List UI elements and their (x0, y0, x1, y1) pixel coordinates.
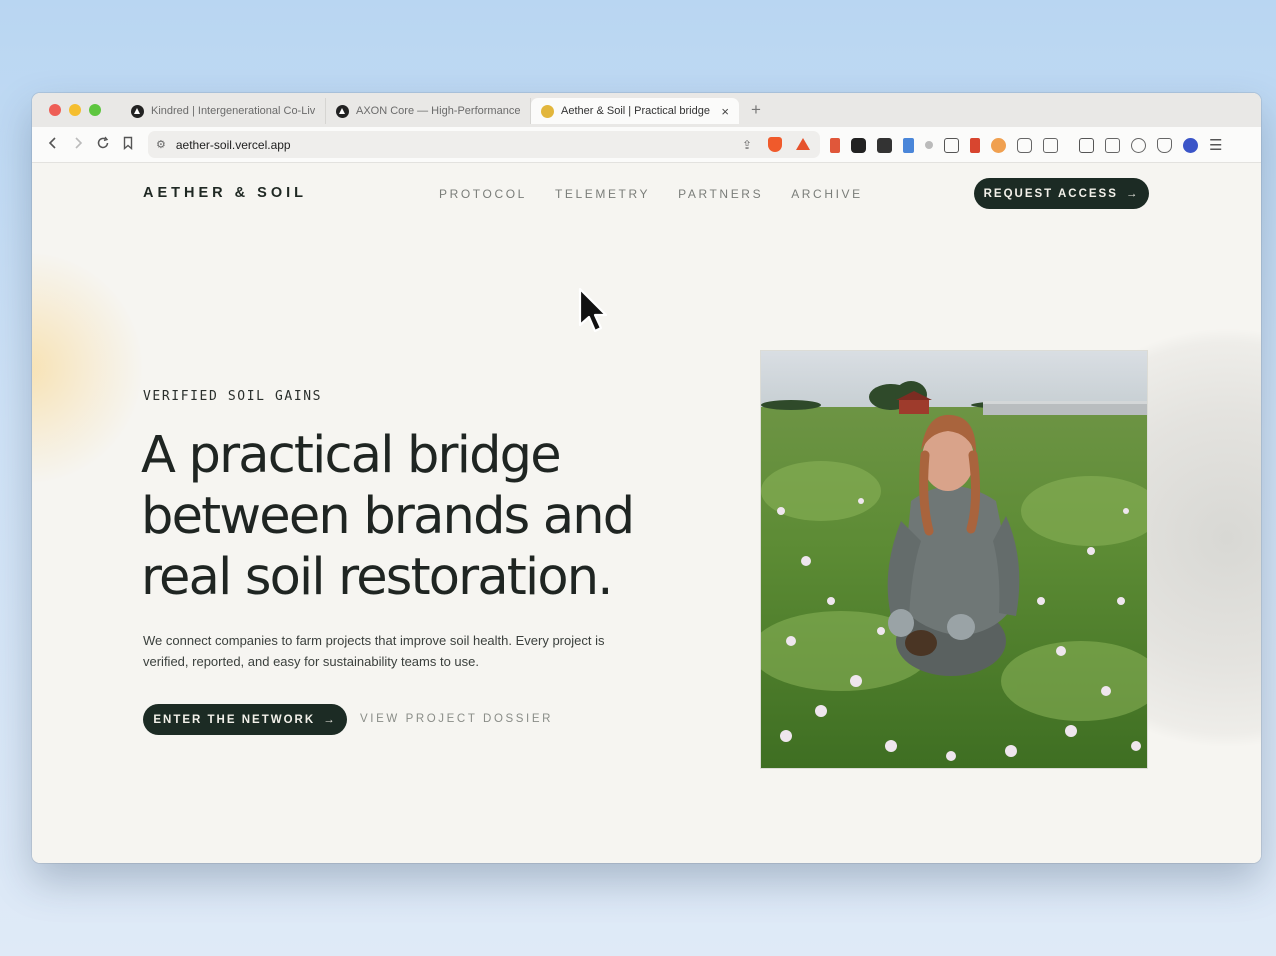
decorative-glow (32, 253, 142, 483)
back-button[interactable] (40, 136, 65, 154)
vercel-triangle-icon (131, 104, 144, 118)
tab-axon[interactable]: AXON Core — High-Performance N (326, 98, 531, 124)
webpage: AETHER & SOIL PROTOCOL TELEMETRY PARTNER… (32, 163, 1261, 863)
forward-button[interactable] (65, 136, 90, 154)
bookmark-button[interactable] (115, 136, 140, 154)
request-access-button[interactable]: REQUEST ACCESS → (974, 178, 1149, 209)
reload-icon (97, 136, 108, 148)
window-controls (49, 104, 101, 116)
nav-partners[interactable]: PARTNERS (678, 187, 763, 201)
tab-search-icon[interactable] (1043, 137, 1058, 153)
enter-network-button[interactable]: ENTER THE NETWORK → (143, 704, 347, 735)
nav-protocol[interactable]: PROTOCOL (439, 187, 527, 201)
nav-telemetry[interactable]: TELEMETRY (555, 187, 650, 201)
address-bar[interactable]: ⚙ aether-soil.vercel.app ⇪ (148, 131, 820, 158)
site-settings-icon[interactable]: ⚙ (156, 138, 166, 151)
arrow-right-icon: → (323, 713, 337, 726)
extensions-puzzle-icon[interactable] (1017, 137, 1032, 153)
minimize-window-button[interactable] (69, 104, 81, 116)
main-nav: PROTOCOL TELEMETRY PARTNERS ARCHIVE (439, 187, 863, 201)
share-icon[interactable]: ⇪ (742, 138, 752, 152)
brave-shield-icon[interactable] (768, 137, 782, 152)
button-label: REQUEST ACCESS (983, 187, 1118, 200)
extension-dot-icon[interactable] (925, 141, 933, 149)
brave-rewards-icon[interactable] (796, 138, 810, 150)
view-dossier-link[interactable]: VIEW PROJECT DOSSIER (360, 713, 553, 725)
screenshot-icon[interactable] (944, 137, 959, 153)
download-icon[interactable] (903, 137, 914, 153)
extension-red-icon[interactable] (830, 137, 840, 153)
tab-kindred[interactable]: Kindred | Intergenerational Co-Living (121, 98, 326, 124)
arrow-right-icon: → (1125, 187, 1140, 200)
tab-title: Kindred | Intergenerational Co-Living (151, 105, 315, 117)
close-tab-button[interactable]: × (721, 104, 729, 119)
hero-headline: A practical bridge between brands and re… (141, 426, 635, 607)
bookmark-icon (123, 136, 132, 150)
nav-archive[interactable]: ARCHIVE (791, 187, 863, 201)
brand-logo[interactable]: AETHER & SOIL (143, 185, 307, 201)
url-text: aether-soil.vercel.app (175, 137, 291, 152)
profile-avatar-icon[interactable] (1183, 137, 1198, 153)
tab-title: AXON Core — High-Performance N (356, 105, 520, 117)
chevron-left-icon (48, 136, 56, 149)
vercel-triangle-icon (336, 104, 349, 118)
leo-ai-icon[interactable] (1131, 137, 1146, 153)
sidebar-icon[interactable] (1079, 137, 1094, 153)
hero-eyebrow: VERIFIED SOIL GAINS (143, 389, 323, 404)
extension-sun-icon[interactable] (991, 137, 1006, 153)
tab-title: Aether & Soil | Practical bridge (561, 105, 710, 117)
browser-toolbar: ⚙ aether-soil.vercel.app ⇪ ☰ (32, 127, 1261, 163)
vpn-shield-icon[interactable] (1157, 137, 1172, 153)
chevron-right-icon (74, 136, 82, 149)
browser-window: Kindred | Intergenerational Co-Living AX… (32, 93, 1261, 863)
extension-frame-icon[interactable] (877, 137, 892, 153)
menu-icon[interactable]: ☰ (1209, 138, 1222, 153)
wallet-icon[interactable] (1105, 137, 1120, 153)
tab-aether-soil[interactable]: Aether & Soil | Practical bridge × (531, 98, 739, 124)
zoom-window-button[interactable] (89, 104, 101, 116)
close-window-button[interactable] (49, 104, 61, 116)
new-tab-button[interactable]: + (751, 100, 761, 120)
extension-flag-icon[interactable] (970, 137, 980, 153)
extension-cube-icon[interactable] (851, 137, 866, 153)
hero-description: We connect companies to farm projects th… (143, 633, 605, 669)
sun-icon (541, 104, 554, 118)
tab-strip: Kindred | Intergenerational Co-Living AX… (32, 93, 1261, 127)
reload-button[interactable] (90, 136, 115, 154)
farmer-field-illustration (761, 351, 1147, 768)
extensions-bar: ☰ (830, 127, 1222, 163)
farmer-field-photo (760, 350, 1148, 769)
button-label: ENTER THE NETWORK (153, 713, 316, 726)
mouse-pointer-icon (578, 287, 608, 333)
